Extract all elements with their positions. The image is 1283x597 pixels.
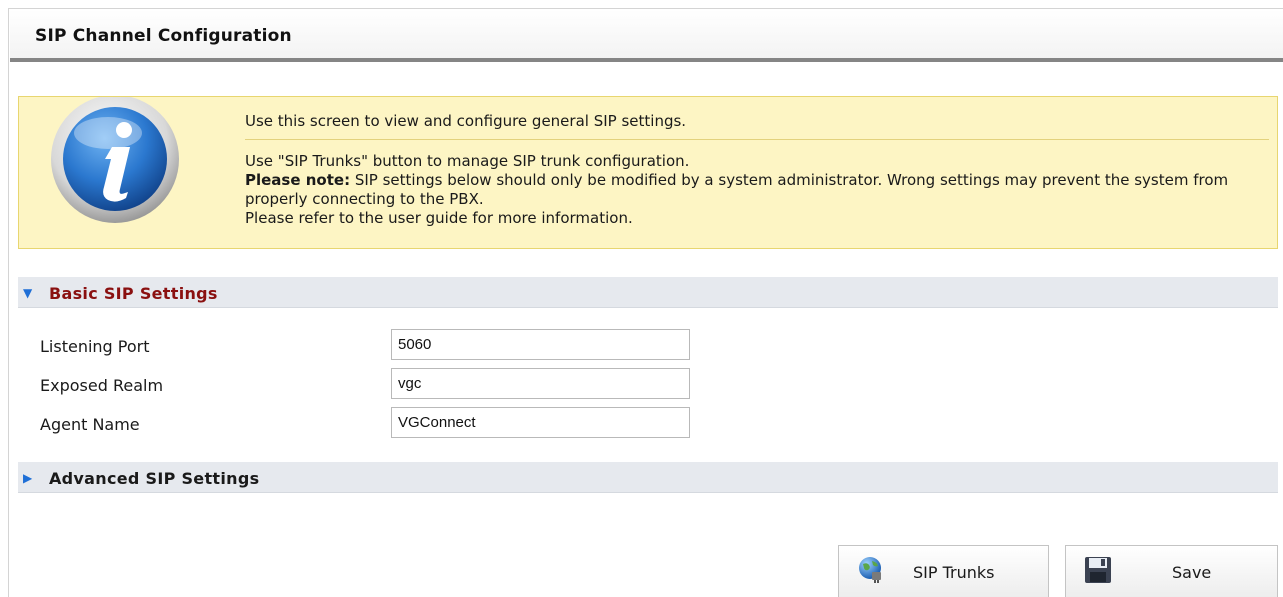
- info-divider: [245, 139, 1269, 140]
- info-details: Use "SIP Trunks" button to manage SIP tr…: [245, 152, 1270, 228]
- agent-name-input[interactable]: [391, 407, 690, 438]
- save-button-label: Save: [1172, 563, 1212, 582]
- info-guide-text: Please refer to the user guide for more …: [245, 209, 633, 227]
- agent-name-label: Agent Name: [40, 415, 140, 434]
- basic-sip-settings-header[interactable]: ▼ Basic SIP Settings: [18, 277, 1278, 308]
- collapsed-arrow-icon: ▶: [23, 471, 33, 485]
- title-bar: SIP Channel Configuration: [10, 10, 1283, 62]
- basic-sip-settings-label: Basic SIP Settings: [49, 284, 218, 303]
- sip-trunks-button-label: SIP Trunks: [913, 563, 995, 582]
- info-note-text: SIP settings below should only be modifi…: [245, 171, 1229, 208]
- info-note: Please note: SIP settings below should o…: [245, 171, 1270, 209]
- info-panel: Use this screen to view and configure ge…: [18, 96, 1278, 249]
- page-title: SIP Channel Configuration: [35, 26, 292, 46]
- advanced-sip-settings-header[interactable]: ▶ Advanced SIP Settings: [18, 462, 1278, 493]
- listening-port-label: Listening Port: [40, 337, 150, 356]
- sip-trunks-button[interactable]: SIP Trunks: [838, 545, 1049, 597]
- expanded-arrow-icon: ▼: [23, 286, 33, 300]
- save-button[interactable]: Save: [1065, 545, 1278, 597]
- listening-port-input[interactable]: [391, 329, 690, 360]
- exposed-realm-input[interactable]: [391, 368, 690, 399]
- floppy-disk-icon: [1085, 557, 1111, 583]
- advanced-sip-settings-label: Advanced SIP Settings: [49, 469, 260, 488]
- globe-plug-icon: [859, 557, 881, 583]
- exposed-realm-label: Exposed Realm: [40, 376, 164, 395]
- info-icon: [51, 97, 179, 223]
- info-note-label: Please note:: [245, 171, 351, 189]
- info-intro-text: Use this screen to view and configure ge…: [245, 112, 687, 130]
- info-trunks-text: Use "SIP Trunks" button to manage SIP tr…: [245, 152, 690, 170]
